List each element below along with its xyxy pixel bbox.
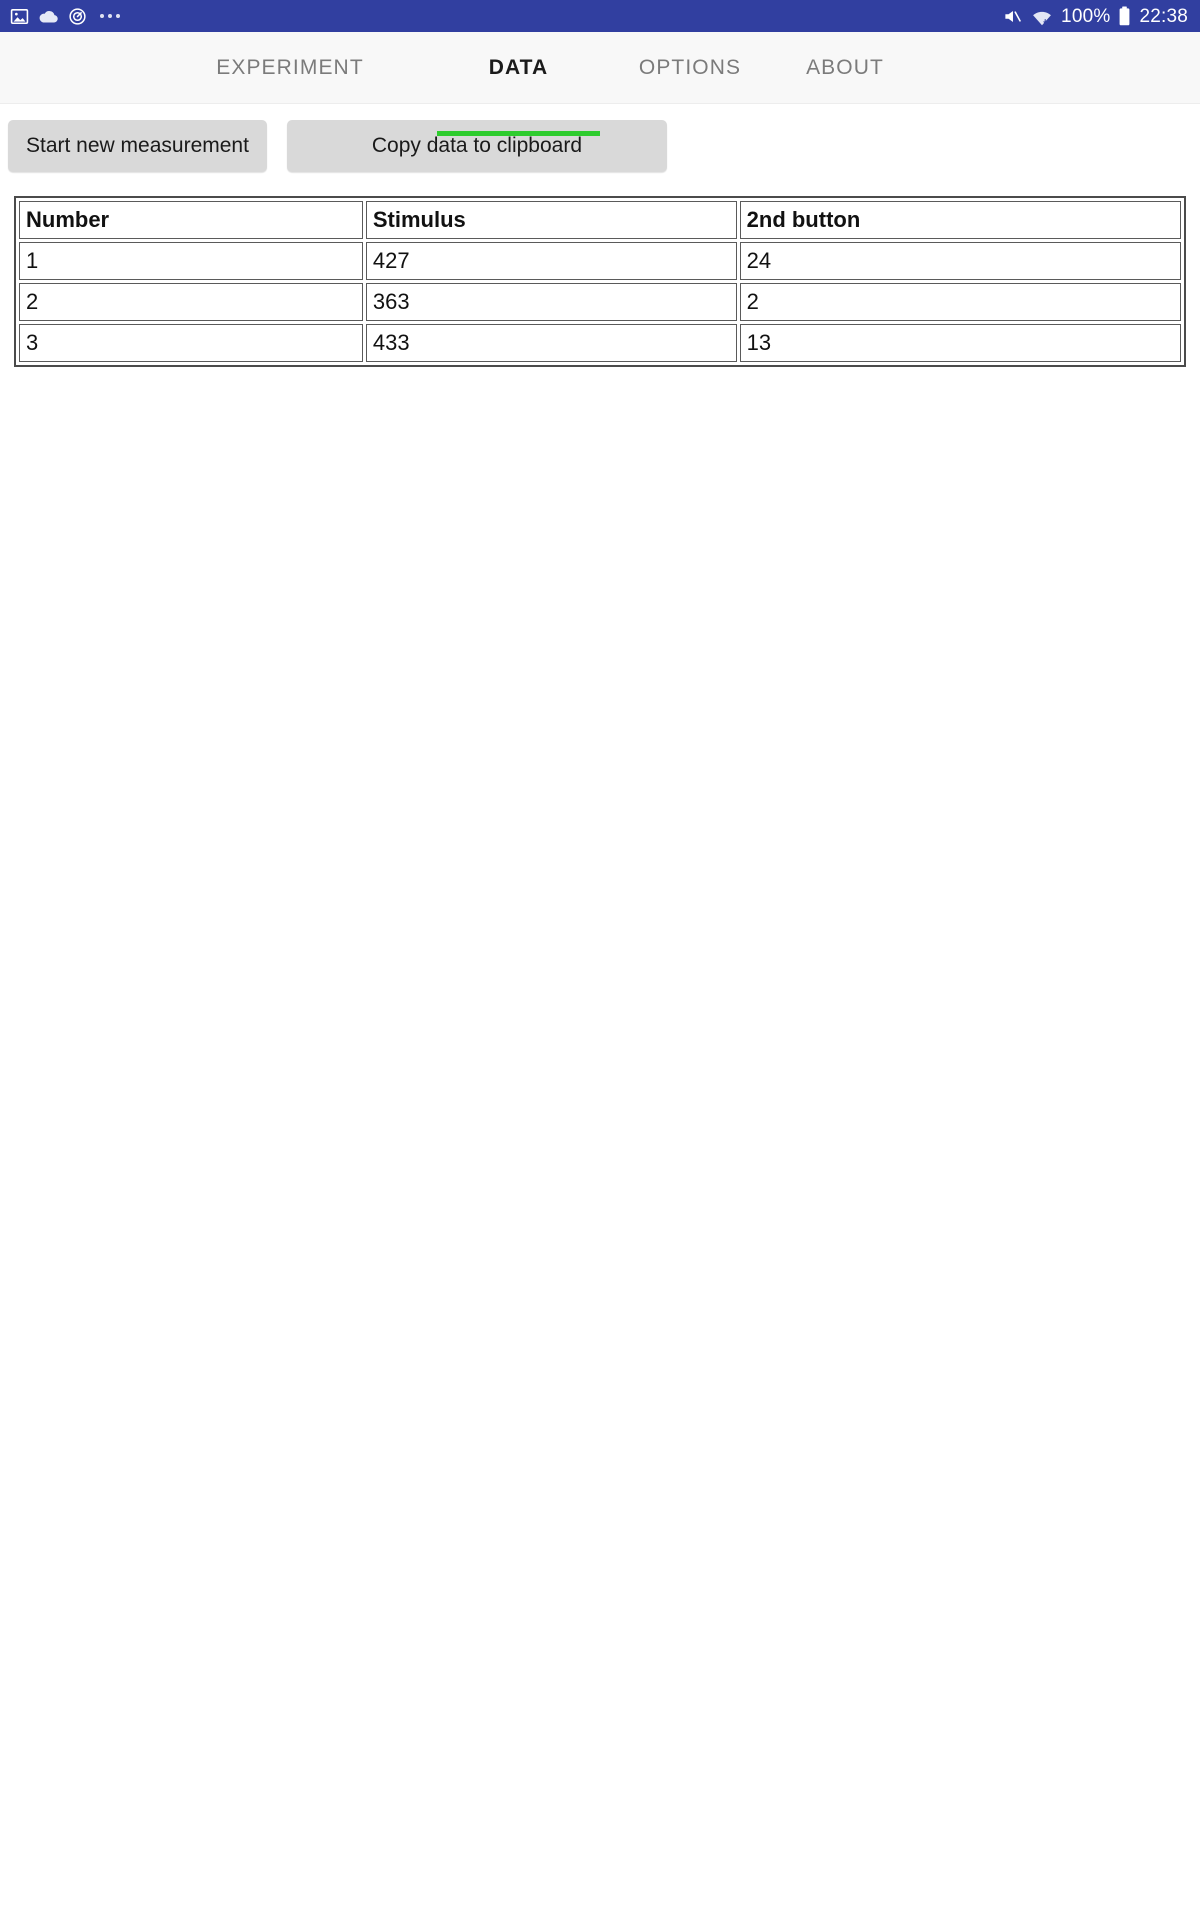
start-new-measurement-button[interactable]: Start new measurement (8, 120, 267, 172)
measurement-table-wrapper: Number Stimulus 2nd button 1 427 24 2 36… (0, 172, 1200, 367)
copy-data-to-clipboard-button[interactable]: Copy data to clipboard (286, 120, 667, 172)
measurement-table: Number Stimulus 2nd button 1 427 24 2 36… (14, 196, 1186, 367)
tab-about-label: ABOUT (806, 56, 884, 79)
battery-icon (1118, 6, 1131, 26)
battery-percent-label: 100% (1061, 5, 1111, 27)
table-header-row: Number Stimulus 2nd button (19, 201, 1181, 239)
tab-options-label: OPTIONS (638, 56, 742, 79)
data-tab-content: Start new measurement Copy data to clipb… (0, 104, 1200, 367)
table-row: 3 433 13 (19, 324, 1181, 362)
tab-about[interactable]: ABOUT (780, 32, 910, 104)
status-bar: 100% 22:38 (0, 0, 1200, 32)
alarm-icon (68, 7, 87, 26)
tab-data[interactable]: DATA (437, 32, 600, 104)
mute-icon (1002, 7, 1023, 26)
cell-stimulus: 363 (365, 283, 737, 321)
table-row: 2 363 2 (19, 283, 1181, 321)
cloud-icon (38, 8, 59, 24)
cell-second-button: 2 (739, 283, 1181, 321)
cell-second-button: 24 (739, 242, 1181, 280)
column-header-stimulus: Stimulus (365, 201, 737, 239)
more-icon (100, 14, 120, 18)
clock-label: 22:38 (1139, 5, 1188, 27)
action-button-row: Start new measurement Copy data to clipb… (0, 104, 1200, 172)
cell-stimulus: 433 (365, 324, 737, 362)
tab-experiment[interactable]: EXPERIMENT (205, 32, 375, 104)
active-tab-indicator (437, 131, 600, 136)
tab-experiment-label: EXPERIMENT (216, 56, 364, 79)
table-body: 1 427 24 2 363 2 3 433 13 (19, 242, 1181, 362)
cell-second-button: 13 (739, 324, 1181, 362)
tab-options[interactable]: OPTIONS (605, 32, 775, 104)
column-header-second-button: 2nd button (739, 201, 1181, 239)
cell-number: 2 (19, 283, 363, 321)
tab-bar: EXPERIMENT DATA OPTIONS ABOUT (0, 32, 1200, 136)
status-bar-right-icons: 100% 22:38 (1002, 6, 1188, 26)
column-header-number: Number (19, 201, 363, 239)
cell-number: 3 (19, 324, 363, 362)
wifi-icon (1031, 7, 1053, 26)
cell-stimulus: 427 (365, 242, 737, 280)
tab-data-label: DATA (488, 56, 549, 79)
image-icon (10, 7, 29, 26)
cell-number: 1 (19, 242, 363, 280)
table-row: 1 427 24 (19, 242, 1181, 280)
table-head: Number Stimulus 2nd button (19, 201, 1181, 239)
status-bar-left-icons (10, 7, 120, 26)
